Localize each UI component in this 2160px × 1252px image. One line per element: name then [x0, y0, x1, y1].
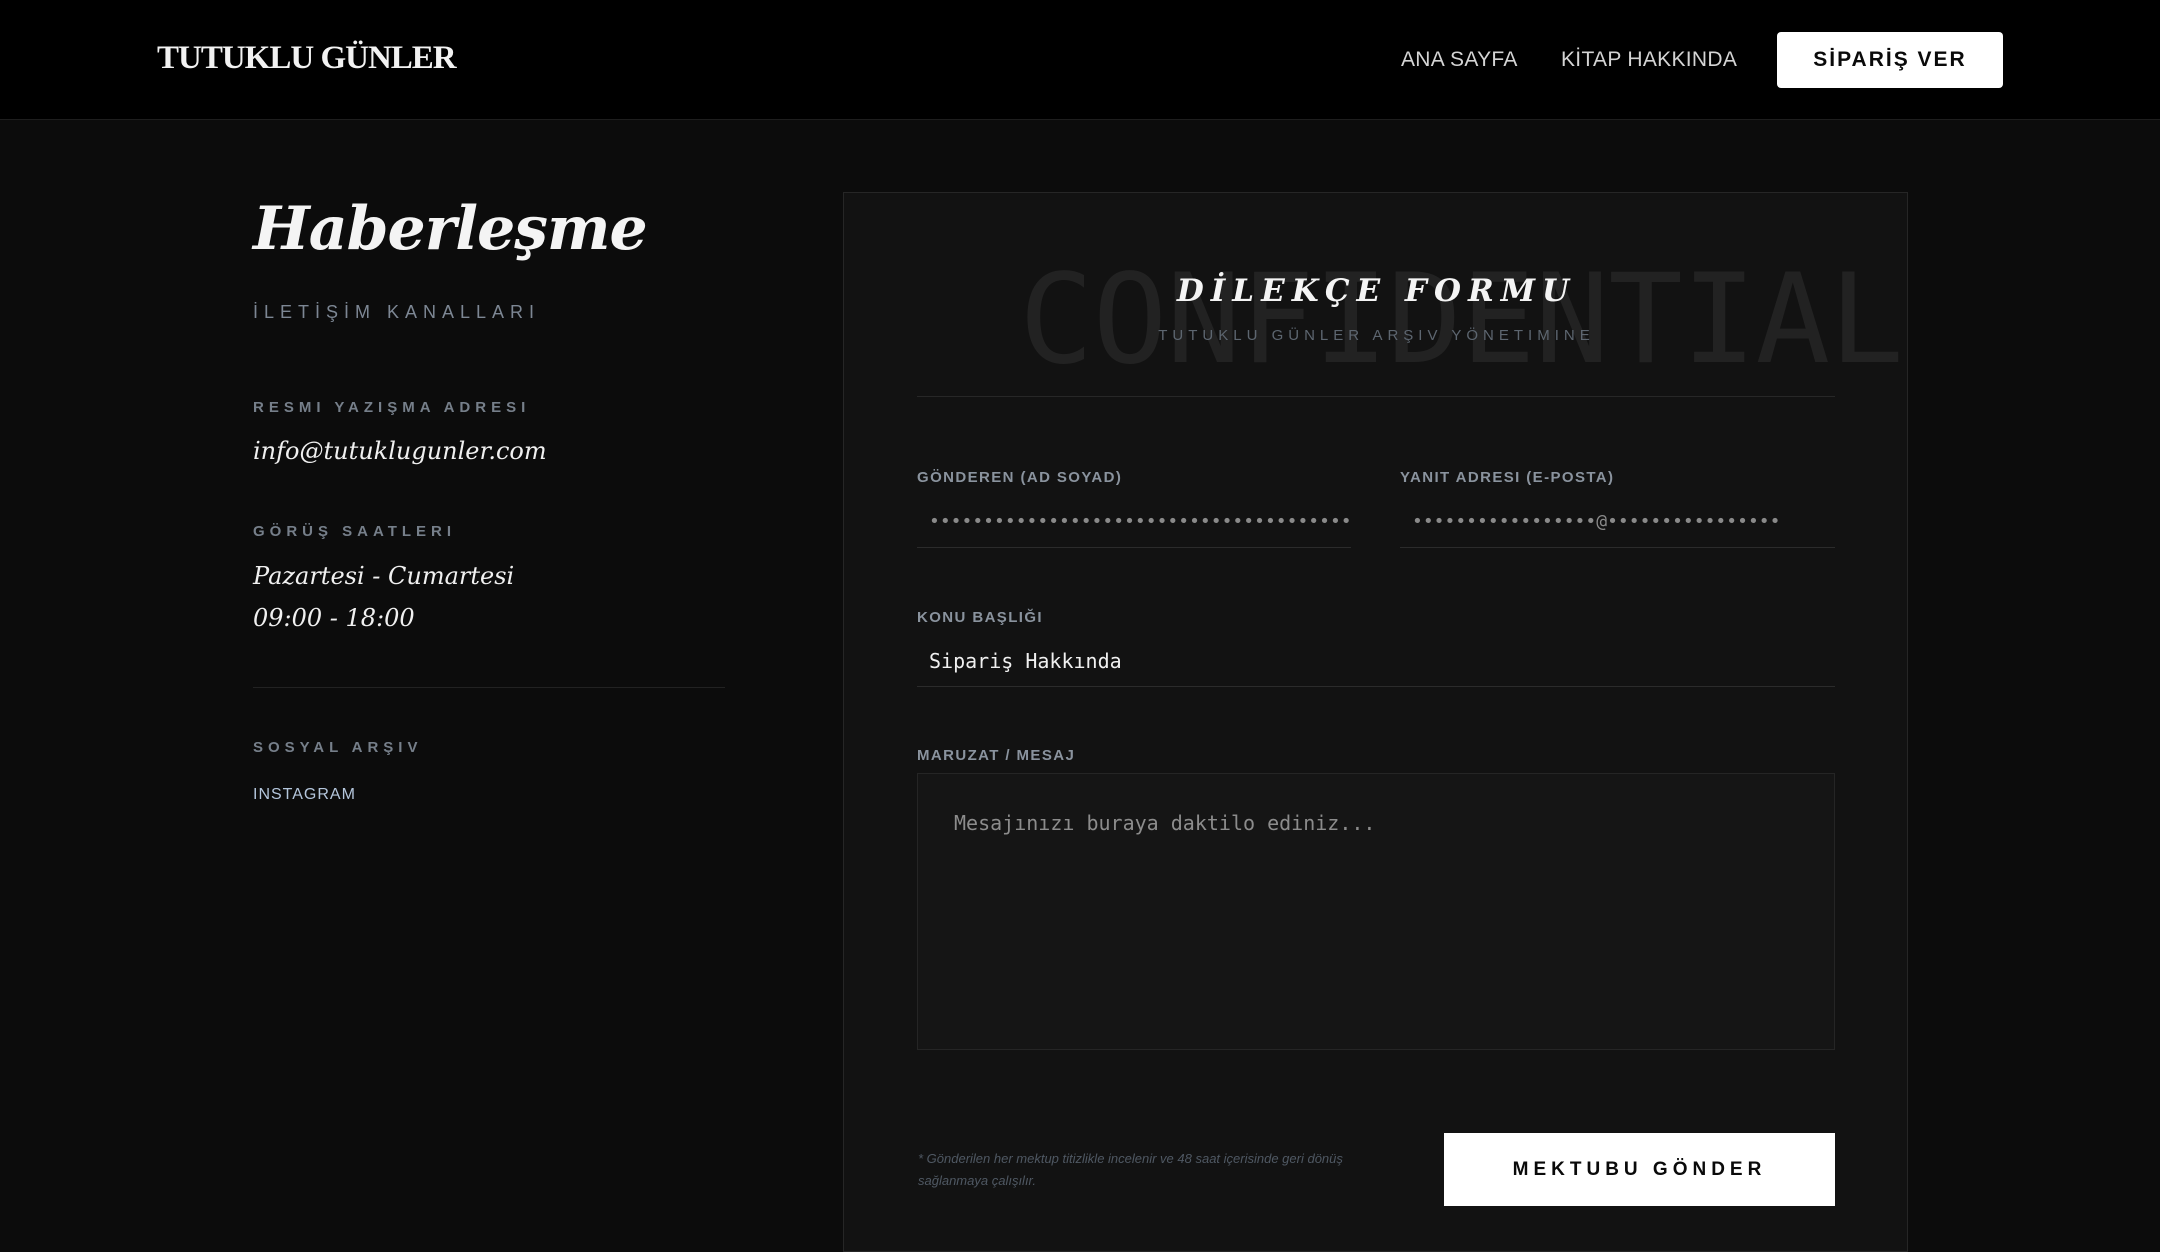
order-button[interactable]: SİPARİŞ VER: [1777, 32, 2003, 88]
petition-form: CONFIDENTIAL DİLEKÇE FORMU TUTUKLU GÜNLE…: [843, 192, 1908, 1252]
form-header-divider: [917, 396, 1835, 397]
message-label: MARUZAT / MESAJ: [917, 747, 1076, 764]
form-title: DİLEKÇE FORMU: [1176, 273, 1577, 309]
send-letter-button[interactable]: MEKTUBU GÖNDER: [1444, 1133, 1835, 1206]
name-label: GÖNDEREN (AD SOYAD): [917, 469, 1123, 486]
message-textarea[interactable]: [917, 773, 1835, 1050]
nav-link-home[interactable]: ANA SAYFA: [1401, 48, 1518, 72]
form-subtitle: TUTUKLU GÜNLER ARŞIV YÖNETIMINE: [1158, 327, 1595, 344]
instagram-link[interactable]: INSTAGRAM: [253, 786, 356, 804]
subject-label: KONU BAŞLIĞI: [917, 609, 1043, 626]
page-title: Haberleşme: [253, 194, 648, 264]
top-navbar: TUTUKLU GÜNLER ANA SAYFA KİTAP HAKKINDA …: [0, 0, 2160, 120]
sidebar-divider: [253, 687, 725, 688]
email-label: YANIT ADRESI (E-POSTA): [1400, 469, 1615, 486]
address-label: RESMI YAZIŞMA ADRESI: [253, 399, 531, 416]
form-note: * Gönderilen her mektup titizlikle incel…: [918, 1151, 1343, 1188]
confidential-watermark: CONFIDENTIAL: [1019, 248, 1904, 392]
name-input[interactable]: [917, 496, 1351, 548]
working-days: Pazartesi - Cumartesi: [253, 562, 515, 590]
page-subtitle: İLETİŞİM KANALLARI: [253, 302, 541, 322]
working-hours: 09:00 - 18:00: [253, 604, 415, 632]
social-label: SOSYAL ARŞIV: [253, 739, 423, 756]
contact-email[interactable]: info@tutuklugunler.com: [253, 437, 547, 465]
subject-input[interactable]: [917, 635, 1835, 687]
brand-logo[interactable]: TUTUKLU GÜNLER: [157, 40, 457, 77]
nav-link-about-book[interactable]: KİTAP HAKKINDA: [1561, 48, 1737, 72]
email-input[interactable]: [1400, 496, 1835, 548]
hours-label: GÖRÜŞ SAATLERI: [253, 523, 457, 540]
